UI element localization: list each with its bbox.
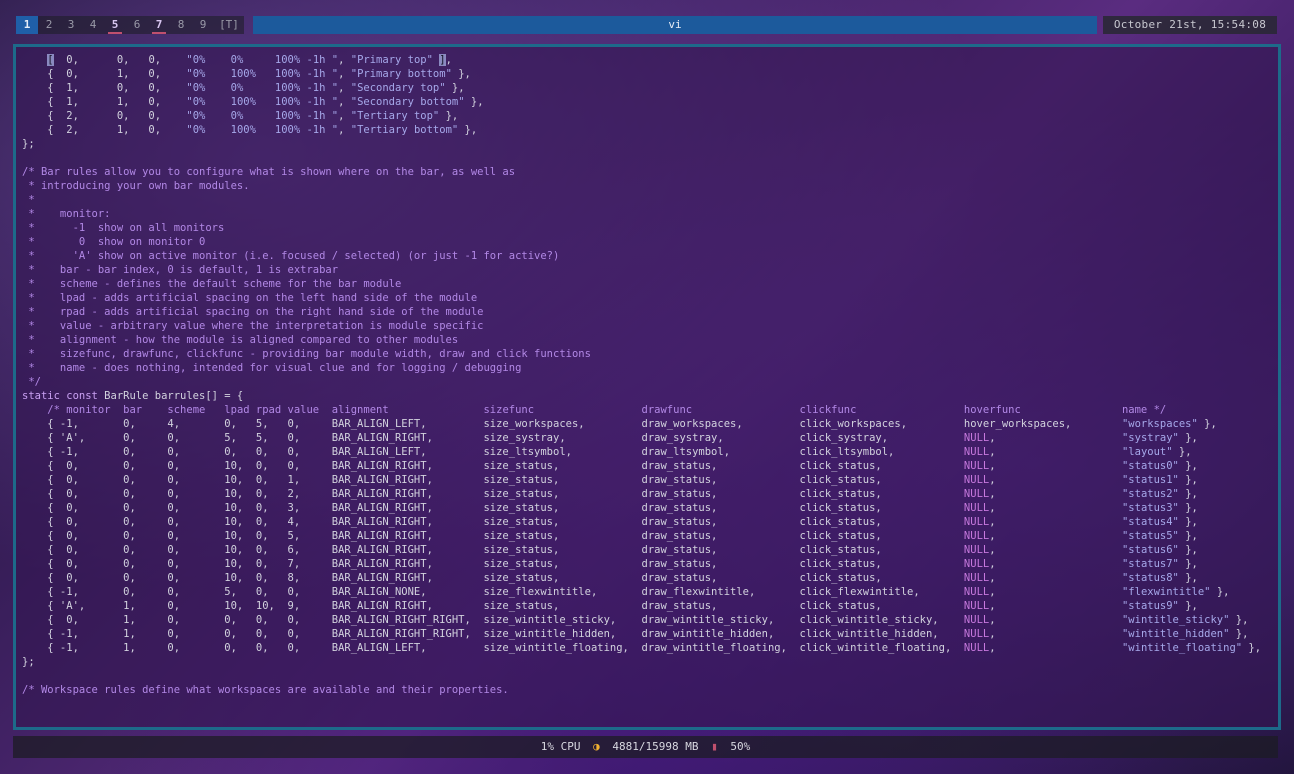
code-line: { -1, 0, 0, 0, 0, 0, BAR_ALIGN_LEFT, siz…: [22, 446, 1192, 458]
top-bar: 1 2 3 4 5 6 7 8 9 [T] vi October 21st, 15:54:08: [12, 14, 1280, 36]
battery-icon: ▮: [711, 740, 718, 753]
code-line: };: [22, 138, 35, 150]
tag-4[interactable]: 4: [82, 16, 104, 34]
code-line: * sizefunc, drawfunc, clickfunc - provid…: [22, 348, 591, 360]
code-line: /* monitor bar scheme lpad rpad value al…: [47, 404, 1167, 416]
code-line: { 'A', 1, 0, 10, 10, 9, BAR_ALIGN_RIGHT,…: [22, 600, 1198, 612]
window-title[interactable]: vi: [253, 16, 1097, 34]
battery-level: 50%: [730, 740, 751, 753]
code-line: /* Bar rules allow you to configure what…: [22, 166, 516, 178]
tag-1[interactable]: 1: [16, 16, 38, 34]
code-line: * name - does nothing, intended for visu…: [22, 362, 522, 374]
code-line: { 'A', 0, 0, 5, 5, 0, BAR_ALIGN_RIGHT, s…: [22, 432, 1198, 444]
tag-3[interactable]: 3: [60, 16, 82, 34]
code-line: { 0, 1, 0, 0, 0, 0, BAR_ALIGN_RIGHT_RIGH…: [22, 614, 1249, 626]
code-line: { -1, 0, 4, 0, 5, 0, BAR_ALIGN_LEFT, siz…: [22, 418, 1217, 430]
code-line: [ 0, 0, 0, "0% 0% 100% -1h ", "Primary t…: [47, 54, 452, 66]
terminal-window[interactable]: [ 0, 0, 0, "0% 0% 100% -1h ", "Primary t…: [13, 44, 1281, 730]
layout-symbol[interactable]: [T]: [214, 16, 244, 34]
code-editor[interactable]: [ 0, 0, 0, "0% 0% 100% -1h ", "Primary t…: [22, 53, 1261, 697]
bottom-bar: 1% CPU ◑ 4881/15998 MB ▮ 50%: [13, 736, 1278, 758]
code-line: { 0, 0, 0, 10, 0, 8, BAR_ALIGN_RIGHT, si…: [22, 572, 1198, 584]
code-line: */: [22, 376, 41, 388]
memory-icon: ◑: [593, 740, 600, 753]
tag-6[interactable]: 6: [126, 16, 148, 34]
code-line: * -1 show on all monitors: [22, 222, 225, 234]
code-line: * alignment - how the module is aligned …: [22, 334, 459, 346]
code-line: { 0, 1, 0, "0% 100% 100% -1h ", "Primary…: [22, 68, 471, 80]
code-line: * rpad - adds artificial spacing on the …: [22, 306, 484, 318]
code-line: { -1, 1, 0, 0, 0, 0, BAR_ALIGN_RIGHT_RIG…: [22, 628, 1249, 640]
memory-usage: 4881/15998 MB: [612, 740, 699, 753]
clock: October 21st, 15:54:08: [1103, 16, 1277, 34]
code-line: { 0, 0, 0, 10, 0, 3, BAR_ALIGN_RIGHT, si…: [22, 502, 1198, 514]
code-line: * scheme - defines the default scheme fo…: [22, 278, 402, 290]
code-line: { 0, 0, 0, 10, 0, 5, BAR_ALIGN_RIGHT, si…: [22, 530, 1198, 542]
code-line: { 0, 0, 0, 10, 0, 2, BAR_ALIGN_RIGHT, si…: [22, 488, 1198, 500]
tag-7[interactable]: 7: [148, 16, 170, 34]
tag-8[interactable]: 8: [170, 16, 192, 34]
code-line: static const BarRule barrules[] = {: [22, 390, 244, 402]
code-line: };: [22, 656, 35, 668]
code-line: { -1, 0, 0, 5, 0, 0, BAR_ALIGN_NONE, siz…: [22, 586, 1230, 598]
code-line: { 0, 0, 0, 10, 0, 0, BAR_ALIGN_RIGHT, si…: [22, 460, 1198, 472]
tag-5[interactable]: 5: [104, 16, 126, 34]
code-line: * introducing your own bar modules.: [22, 180, 250, 192]
code-line: { 0, 0, 0, 10, 0, 1, BAR_ALIGN_RIGHT, si…: [22, 474, 1198, 486]
tag-9[interactable]: 9: [192, 16, 214, 34]
code-line: { 0, 0, 0, 10, 0, 6, BAR_ALIGN_RIGHT, si…: [22, 544, 1198, 556]
workspace-tags: 1 2 3 4 5 6 7 8 9 [T]: [16, 16, 244, 34]
code-line: { 0, 0, 0, 10, 0, 7, BAR_ALIGN_RIGHT, si…: [22, 558, 1198, 570]
code-line: { 2, 0, 0, "0% 0% 100% -1h ", "Tertiary …: [22, 110, 459, 122]
code-line: { 1, 0, 0, "0% 0% 100% -1h ", "Secondary…: [22, 82, 465, 94]
code-line: * lpad - adds artificial spacing on the …: [22, 292, 478, 304]
code-line: { 2, 1, 0, "0% 100% 100% -1h ", "Tertiar…: [22, 124, 478, 136]
code-line: * value - arbitrary value where the inte…: [22, 320, 484, 332]
tag-2[interactable]: 2: [38, 16, 60, 34]
code-line: * 0 show on monitor 0: [22, 236, 206, 248]
code-line: *: [22, 194, 35, 206]
code-line: { 0, 0, 0, 10, 0, 4, BAR_ALIGN_RIGHT, si…: [22, 516, 1198, 528]
code-line: { 1, 1, 0, "0% 100% 100% -1h ", "Seconda…: [22, 96, 484, 108]
code-line: * monitor:: [22, 208, 111, 220]
cpu-usage: 1% CPU: [540, 740, 581, 753]
code-line: * bar - bar index, 0 is default, 1 is ex…: [22, 264, 339, 276]
code-line: { -1, 1, 0, 0, 0, 0, BAR_ALIGN_LEFT, siz…: [22, 642, 1262, 654]
code-line: /* Workspace rules define what workspace…: [22, 684, 509, 696]
code-line: * 'A' show on active monitor (i.e. focus…: [22, 250, 560, 262]
